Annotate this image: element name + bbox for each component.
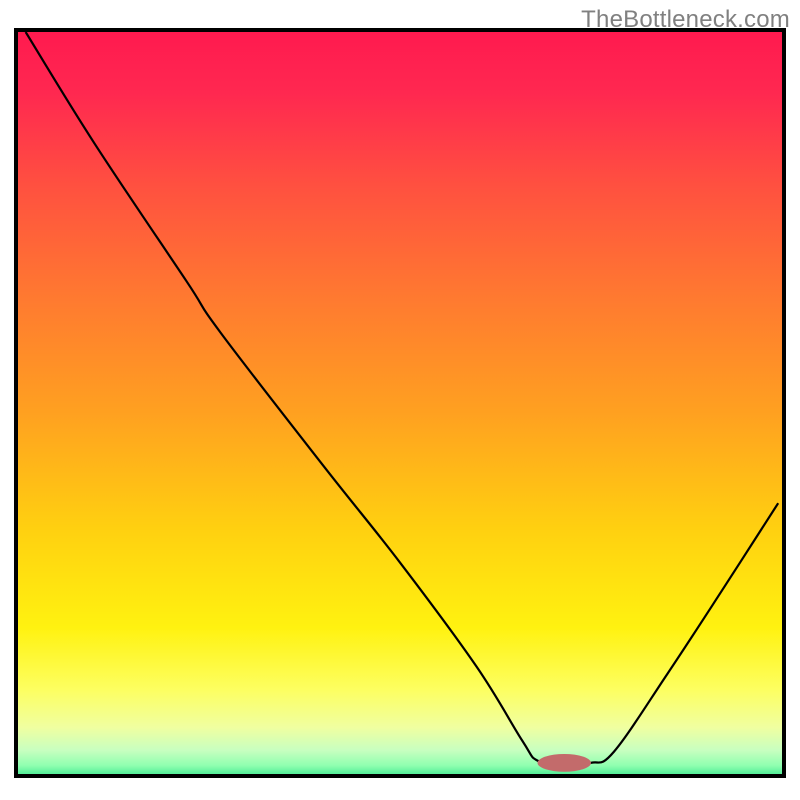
marker-pill: [538, 754, 591, 772]
bottleneck-curve: [18, 32, 782, 774]
chart-plot-area: [14, 28, 786, 778]
watermark-text: TheBottleneck.com: [581, 6, 790, 34]
